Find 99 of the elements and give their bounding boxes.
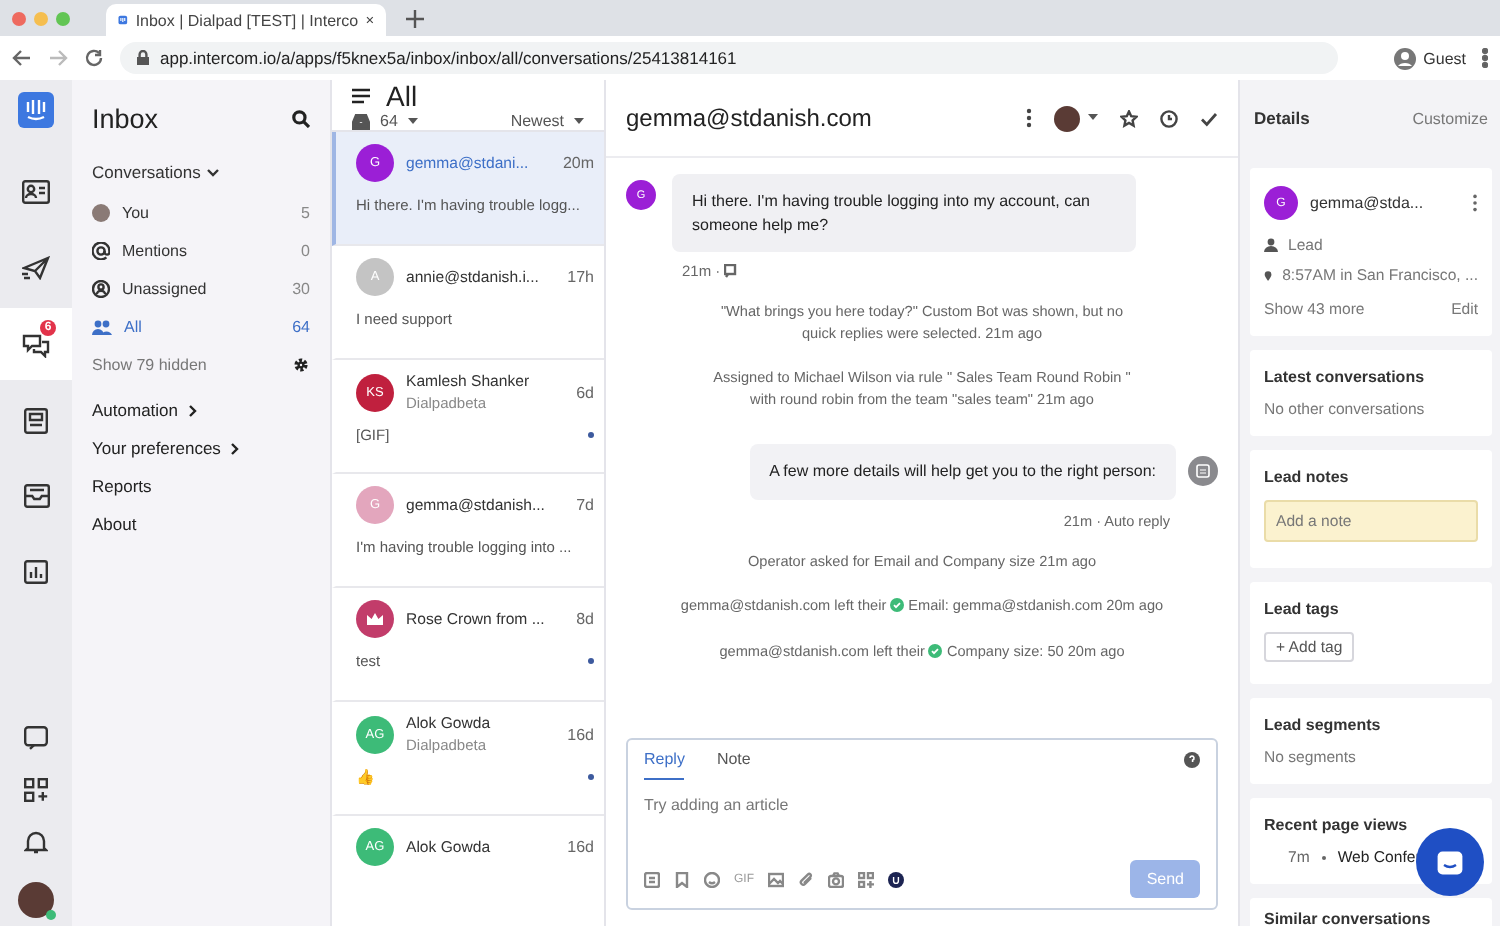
crown-icon — [366, 612, 384, 626]
user-avatar[interactable] — [18, 882, 54, 918]
nav-link[interactable]: About — [92, 514, 310, 534]
check-icon[interactable] — [1200, 109, 1218, 127]
more-icon[interactable] — [1026, 108, 1032, 128]
chevron-right-icon — [188, 403, 198, 417]
time-label: 20m — [562, 154, 594, 172]
customize-link[interactable]: Customize — [1412, 109, 1488, 127]
text-icon[interactable] — [644, 871, 660, 887]
nav-link[interactable]: Your preferences — [92, 438, 310, 458]
bot-icon — [1196, 464, 1210, 479]
close-tab-icon[interactable] — [366, 12, 374, 28]
inbox-filter[interactable]: 64 — [352, 112, 418, 130]
address-bar[interactable]: app.intercom.io/a/apps/f5knex5a/inbox/inbox/all/conversations/25413814161 — [120, 42, 1338, 74]
time-label: 8d — [576, 610, 594, 628]
list-title: All — [386, 80, 418, 112]
conversation-count: 30 — [292, 280, 310, 298]
assignee-dropdown[interactable] — [1054, 105, 1098, 131]
chat-square-icon[interactable] — [24, 726, 48, 750]
browser-tab[interactable]: Inbox | Dialpad [TEST] | Interco — [106, 4, 386, 36]
apps-icon[interactable] — [858, 871, 874, 887]
section-title: Lead notes — [1264, 468, 1351, 486]
chat-icon — [1436, 849, 1464, 875]
nav-item[interactable]: All — [92, 318, 142, 336]
time-label: 17h — [567, 268, 594, 286]
caret-icon — [1088, 114, 1098, 122]
camera-icon[interactable] — [828, 871, 844, 887]
inbox-tray-icon — [352, 113, 370, 129]
chevron-down-icon — [206, 167, 221, 177]
paper-plane-icon — [22, 256, 50, 280]
composer-tab[interactable]: Note — [716, 740, 751, 780]
menu-icon[interactable] — [352, 88, 370, 104]
bar-chart-icon — [24, 560, 48, 584]
conversation-count: 0 — [301, 242, 310, 260]
people-icon — [92, 318, 112, 336]
at-sign-icon — [92, 242, 110, 260]
nav-link[interactable]: Automation — [92, 400, 310, 420]
nav-item[interactable]: Mentions — [92, 242, 187, 260]
lock-icon — [136, 50, 150, 66]
search-icon[interactable] — [292, 109, 310, 127]
chat-bubbles-icon — [22, 331, 50, 357]
conversations-dropdown[interactable]: Conversations — [92, 162, 310, 182]
nav-item[interactable]: You — [92, 204, 149, 222]
clock-icon[interactable] — [1160, 109, 1178, 127]
intercom-logo-icon[interactable] — [18, 92, 54, 128]
location-pin-icon — [1264, 267, 1273, 283]
reply-input[interactable]: Try adding an article — [644, 796, 1200, 814]
app-logo-icon[interactable] — [888, 871, 904, 887]
back-icon[interactable] — [12, 48, 32, 68]
time-label: 6d — [576, 383, 594, 401]
chevron-right-icon — [230, 441, 241, 455]
favicon-icon — [118, 10, 128, 30]
unassigned-icon — [92, 280, 110, 298]
gear-icon[interactable] — [292, 356, 310, 374]
section-title: Similar conversations — [1264, 910, 1433, 926]
nav-link[interactable]: Reports — [92, 476, 310, 496]
composer-tab[interactable]: Reply — [644, 740, 685, 780]
person-icon — [1393, 47, 1416, 69]
seen-icon — [724, 264, 739, 279]
bell-icon[interactable] — [24, 830, 48, 854]
nav-title: Inbox — [92, 103, 159, 133]
conversation-count: 64 — [292, 318, 310, 336]
conversation-title: gemma@stdanish.com — [626, 104, 874, 132]
contact-name: gemma@stda... — [1310, 194, 1424, 212]
caret-icon — [574, 117, 584, 125]
paperclip-icon[interactable] — [798, 871, 814, 887]
person-icon — [1264, 238, 1278, 252]
section-title: Recent page views — [1264, 816, 1410, 834]
time-label: 16d — [567, 838, 594, 856]
message-bubble: Hi there. I'm having trouble logging into my account, can someone help me? — [672, 174, 1136, 253]
reload-icon[interactable] — [84, 48, 104, 68]
sort-dropdown[interactable]: Newest — [510, 112, 584, 130]
new-tab-icon[interactable] — [406, 9, 424, 27]
nav-item[interactable]: Unassigned — [92, 280, 207, 298]
show-hidden-link[interactable]: Show 79 hidden — [92, 356, 207, 374]
document-icon — [24, 407, 48, 433]
section-title: Latest conversations — [1264, 368, 1427, 386]
caret-icon — [407, 117, 418, 125]
inbox-tray-icon — [23, 484, 49, 508]
panel-title: Details — [1254, 108, 1310, 128]
smiley-icon[interactable] — [704, 871, 720, 887]
time-label: 16d — [567, 725, 594, 743]
message-bubble: A few more details will help get you to the right person: — [749, 443, 1176, 500]
contact-card-icon — [22, 180, 50, 204]
menu-icon[interactable] — [1482, 48, 1488, 68]
profile-button[interactable]: Guest — [1393, 47, 1466, 69]
star-icon[interactable] — [1120, 109, 1138, 127]
time-label: 7d — [576, 496, 594, 514]
section-title: Lead tags — [1264, 600, 1341, 618]
apps-grid-icon[interactable] — [24, 778, 48, 802]
help-icon[interactable] — [1184, 752, 1200, 768]
image-icon[interactable] — [768, 871, 784, 887]
check-circle-icon — [890, 598, 905, 613]
more-icon[interactable] — [1472, 194, 1478, 212]
conversation-count: 5 — [301, 204, 310, 222]
section-title: Lead segments — [1264, 716, 1383, 734]
check-circle-icon — [928, 644, 943, 659]
avatar-icon — [92, 204, 110, 222]
bookmark-icon[interactable] — [674, 871, 690, 887]
